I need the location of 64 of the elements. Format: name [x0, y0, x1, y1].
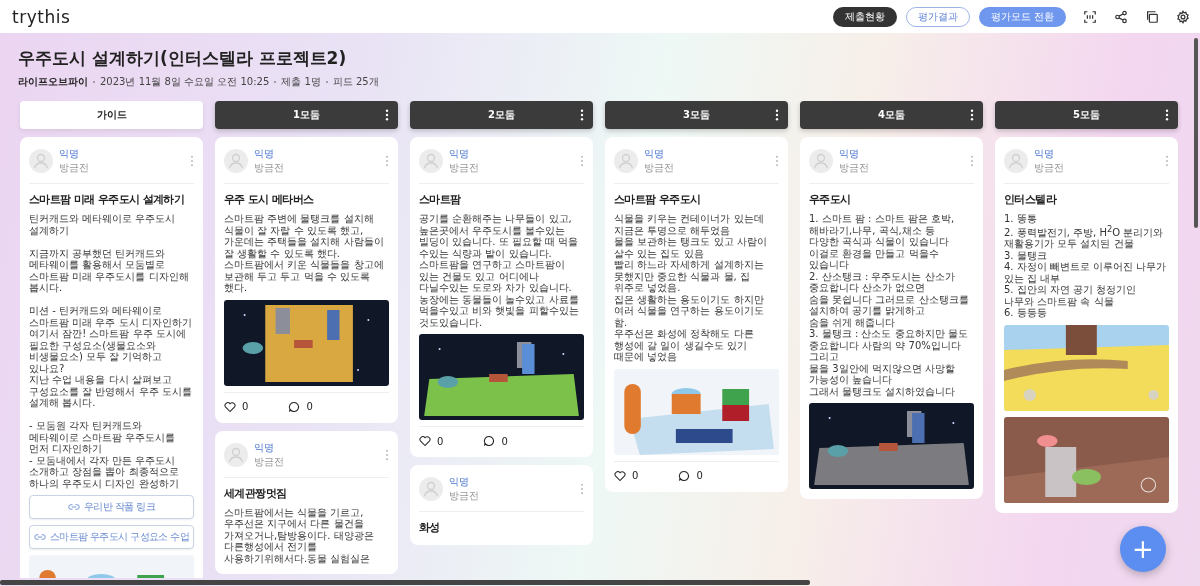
post-title: 화성	[419, 520, 441, 535]
column-title: 가이드	[96, 108, 127, 122]
post-title: 스마트팜	[419, 192, 462, 207]
link-button[interactable]: 스마트팜 우주도시 구성요소 수업	[29, 525, 194, 549]
column-title: 1모둠	[293, 108, 320, 122]
link-button[interactable]: 우리반 작품 링크	[29, 495, 194, 519]
header-button[interactable]: 평가결과	[905, 6, 970, 27]
post-title: 우주 도시 메타버스	[224, 192, 315, 207]
logo[interactable]: trythis	[12, 6, 71, 27]
post-time: 방금전	[254, 161, 285, 175]
like-count[interactable]: 0	[614, 469, 639, 482]
post-title: 스마트팜 우주도시	[614, 192, 702, 207]
post-text: 공기를 순환해주는 나무들이 있고, 높은곳에서 우주도시를 볼수있는 빌딩이 있습니다. 또 필요할 때 먹을 수있는 식량과 밭이 있습니다. 스마트팜을 연구하고 스마트팜이 있는 건물도 있고 어디에나 다닐수있는 도로와 차가 있습니다. 농장에는 동물들이 놀수있고 사료를 먹을수있고 비와 햇빛을 피할수있는 것도있습니다.	[419, 213, 580, 328]
board-meta: 제출 1명	[281, 75, 321, 89]
board-meta: 2023년 11월 8일 수요일 오전 10:25	[100, 75, 270, 89]
like-count[interactable]: 0	[224, 400, 249, 413]
post-card[interactable]: 익명 방금전 우주 도시 메타버스 스마트팜 주변에 물탱크를 설치해 식물이 잘 자랄 수 있도록 했고, 가운데는 주택들을 설치해 사람들이 잘 생활할 수 있도록 했다. 스마트팜에서 키운 식물들을 창고에 보관해 두고 두고 먹을 수 있도록 했다. 0 0	[215, 137, 398, 423]
board-meta: 피드 25개	[332, 75, 379, 89]
author-name: 익명	[449, 475, 470, 489]
column-title: 3모둠	[683, 108, 710, 122]
column-header[interactable]: 4모둠	[800, 101, 983, 129]
post-card[interactable]: 익명 방금전 인터스텔라 1. 똥통 2. 풍력발전기, 주방, H$^{2}$O 분리기와 재활용기가 모두 설치된 건물 3. 물탱크 4. 자정이 빼변트로 이루어진 나무가 있는 집 내부 5. 집안의 자연 공기 청정기인 나무와 스마트팜 속 식물 6. 등등등	[995, 137, 1178, 513]
post-time: 방금전	[644, 161, 675, 175]
author-name: 익명	[1034, 147, 1055, 161]
post-title: 스마트팜 미래 우주도시 설계하기	[29, 192, 186, 207]
header-button[interactable]: 제출현황	[832, 6, 897, 27]
post-time: 방금전	[1034, 161, 1065, 175]
column-title: 4모둠	[878, 108, 905, 122]
column-header[interactable]: 1모둠	[215, 101, 398, 129]
column-title: 5모둠	[1073, 108, 1100, 122]
post-title: 우주도시	[809, 192, 852, 207]
post-card[interactable]: 익명 방금전 스마트팜 공기를 순환해주는 나무들이 있고, 높은곳에서 우주도시를 볼수있는 빌딩이 있습니다. 또 필요할 때 먹을 수있는 식량과 밭이 있습니다. 스마트팜을 연구하고 스마트팜이 있는 건물도 있고 어디에나 다닐수있는 도로와 차가 있습니다. 농장에는 동물들이 놀수있고 사료를 먹을수있고 비와 햇빛을 피할수있는 것도있습니다. 0 0	[410, 137, 593, 457]
column-header[interactable]: 3모둠	[605, 101, 788, 129]
post-time: 방금전	[254, 454, 285, 469]
post-card[interactable]: 익명 방금전 세계관짱멋짐 스마트팜에서는 식물을 기르고,우주선은 지구에서 다른 물건을 가져오거나,탐방용이다. 태양광은 다른행성에서 전기를 사용하기위해서다.동물 실험실은	[215, 430, 398, 574]
column-header[interactable]: 5모둠	[995, 101, 1178, 129]
post-title: 인터스텔라	[1004, 192, 1058, 207]
comment-count[interactable]: 0	[288, 400, 313, 413]
post-text: 스마트팜에서는 식물을 기르고,우주선은 지구에서 다른 물건을 가져오거나,탐방용이다. 태양광은 다른행성에서 전기를 사용하기위해서다.동물 실험실은	[224, 506, 375, 564]
author-name: 익명	[254, 147, 275, 161]
post-text: 1. 스마트 팜 : 스마트 팜은 호박, 해바라기,나무, 곡식,채소 등 다양한 곡식과 식물이 있습니다 이걸로 환경을 만들고 먹을수 있습니다 2. 산소탱크 : 우주도시는 산소가 중요합니다 산소가 없으면 숨을 못쉽니다 그러므로 산소탱크를 설치하여 공기를 맑게하고 숨을 쉬게 해줍니다 3. 물탱크 : 산소도 중요하지만 물도 중요합니다 사람의 약 70%입니다 그리고 물을 3일안에 먹지않으면 사망할 가능성이 높습니다 그래서 물탱크도 설치하였습니다	[809, 213, 970, 397]
post-text: 틴커캐드와 메타웨이로 우주도시 설계하기 지금까지 공부했던 틴커캐드와 메타웨이를 활용해서 모둠별로 스마트팜 미래 우주도시를 디자인해 봅시다. 미션 - 틴커캐드와 메타웨이로 스마트팜 미래 우주 도시 디자인하기 여기서 잠깐! 스마트팜 우주 도시에 필요한 구성요소(생물요소와 비생물요소) 모두 잘 기억하고 있나요? 지난 수업 내용을 다시 살펴보고 구성요소를 잘 반영해서 우주 도시를 설계해 봅시다. - 모둠원 각자 틴커캐드와 메타웨이로 스마트팜 우주도시를 먼저 디자인하기 - 모둠내에서 각자 만든 우주도시 소개하고 장점을 뽑아 최종적으로 하나의 우주도시 디자인 완성하기	[29, 213, 193, 489]
post-text: 스마트팜 주변에 물탱크를 설치해 식물이 잘 자랄 수 있도록 했고, 가운데는 주택들을 설치해 사람들이 잘 생활할 수 있도록 했다. 스마트팜에서 키운 식물들을 창고에 보관해 두고 두고 먹을 수 있도록 했다.	[224, 213, 385, 294]
post-text: 1. 똥통 2. 풍력발전기, 주방, H$^{2}$O 분리기와 재활용기가 모두 설치된 건물 3. 물탱크 4. 자정이 빼변트로 이루어진 나무가 있는 집 내부 5. 집안의 자연 공기 청정기인 나무와 스마트팜 속 식물 6. 등등등	[1004, 213, 1168, 319]
post-time: 방금전	[449, 161, 480, 175]
post-text: 식물을 키우는 컨테이너가 있는데 지금은 투명으로 해두었음 물을 보관하는 탱크도 있고 사람이 살수 있는 집도 있음 빨리 하느라 자세하게 설계하지는 못했지만 중요한 식물과 물, 집 위주로 넣었음. 집은 생활하는 용도이기도 하지만 여러 식물을 연구하는 용도이기도 함. 우주선은 화성에 정착해도 다른 행성에 갈 일이 생길수도 있기 때문에 넣었음	[614, 213, 768, 363]
comment-count[interactable]: 0	[678, 469, 703, 482]
author-name: 익명	[644, 147, 665, 161]
author-name: 익명	[59, 147, 80, 161]
post-time: 방금전	[449, 489, 480, 503]
like-count[interactable]: 0	[419, 435, 444, 447]
board-title: 우주도시 설계하기(인터스텔라 프로젝트2)	[18, 47, 348, 70]
comment-count[interactable]: 0	[483, 435, 508, 447]
column-header[interactable]: 2모둠	[410, 101, 593, 129]
post-time: 방금전	[839, 161, 870, 175]
post-title: 세계관짱멋짐	[224, 485, 288, 501]
author-name: 익명	[254, 440, 275, 455]
post-time: 방금전	[59, 161, 90, 175]
column-title: 2모둠	[488, 108, 515, 122]
column-header[interactable]: 가이드	[20, 101, 203, 129]
author-name: 익명	[449, 147, 470, 161]
post-card[interactable]: 익명 방금전 화성	[410, 465, 593, 545]
board-meta: 라이프오브파이	[18, 75, 88, 89]
author-name: 익명	[839, 147, 860, 161]
